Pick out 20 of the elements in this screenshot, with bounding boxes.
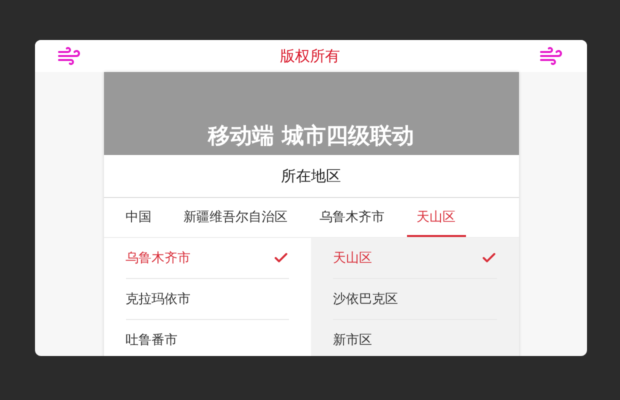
region-item[interactable]: 天山区 xyxy=(333,238,496,279)
region-label: 克拉玛依市 xyxy=(126,291,190,308)
region-tab[interactable]: 乌鲁木齐市 xyxy=(310,198,394,237)
region-label: 乌鲁木齐市 xyxy=(126,250,190,267)
wind-icon xyxy=(539,44,563,68)
region-label: 吐鲁番市 xyxy=(126,332,178,349)
header-title: 版权所有 xyxy=(280,46,340,66)
region-item[interactable]: 乌鲁木齐市 xyxy=(126,238,289,279)
banner-title: 移动端 城市四级联动 xyxy=(208,122,414,151)
region-label: 天山区 xyxy=(333,250,372,267)
wind-icon xyxy=(57,44,81,68)
region-label: 新市区 xyxy=(333,332,372,349)
section-title: 所在地区 xyxy=(281,166,341,186)
region-label: 沙依巴克区 xyxy=(333,291,398,308)
region-item[interactable]: 吐鲁番市 xyxy=(126,320,289,356)
region-item[interactable]: 克拉玛依市 xyxy=(126,279,289,320)
region-tab[interactable]: 中国 xyxy=(116,198,162,237)
region-item[interactable]: 沙依巴克区 xyxy=(333,279,496,320)
region-tab[interactable]: 新疆维吾尔自治区 xyxy=(174,198,298,237)
region-item[interactable]: 新市区 xyxy=(333,320,496,356)
